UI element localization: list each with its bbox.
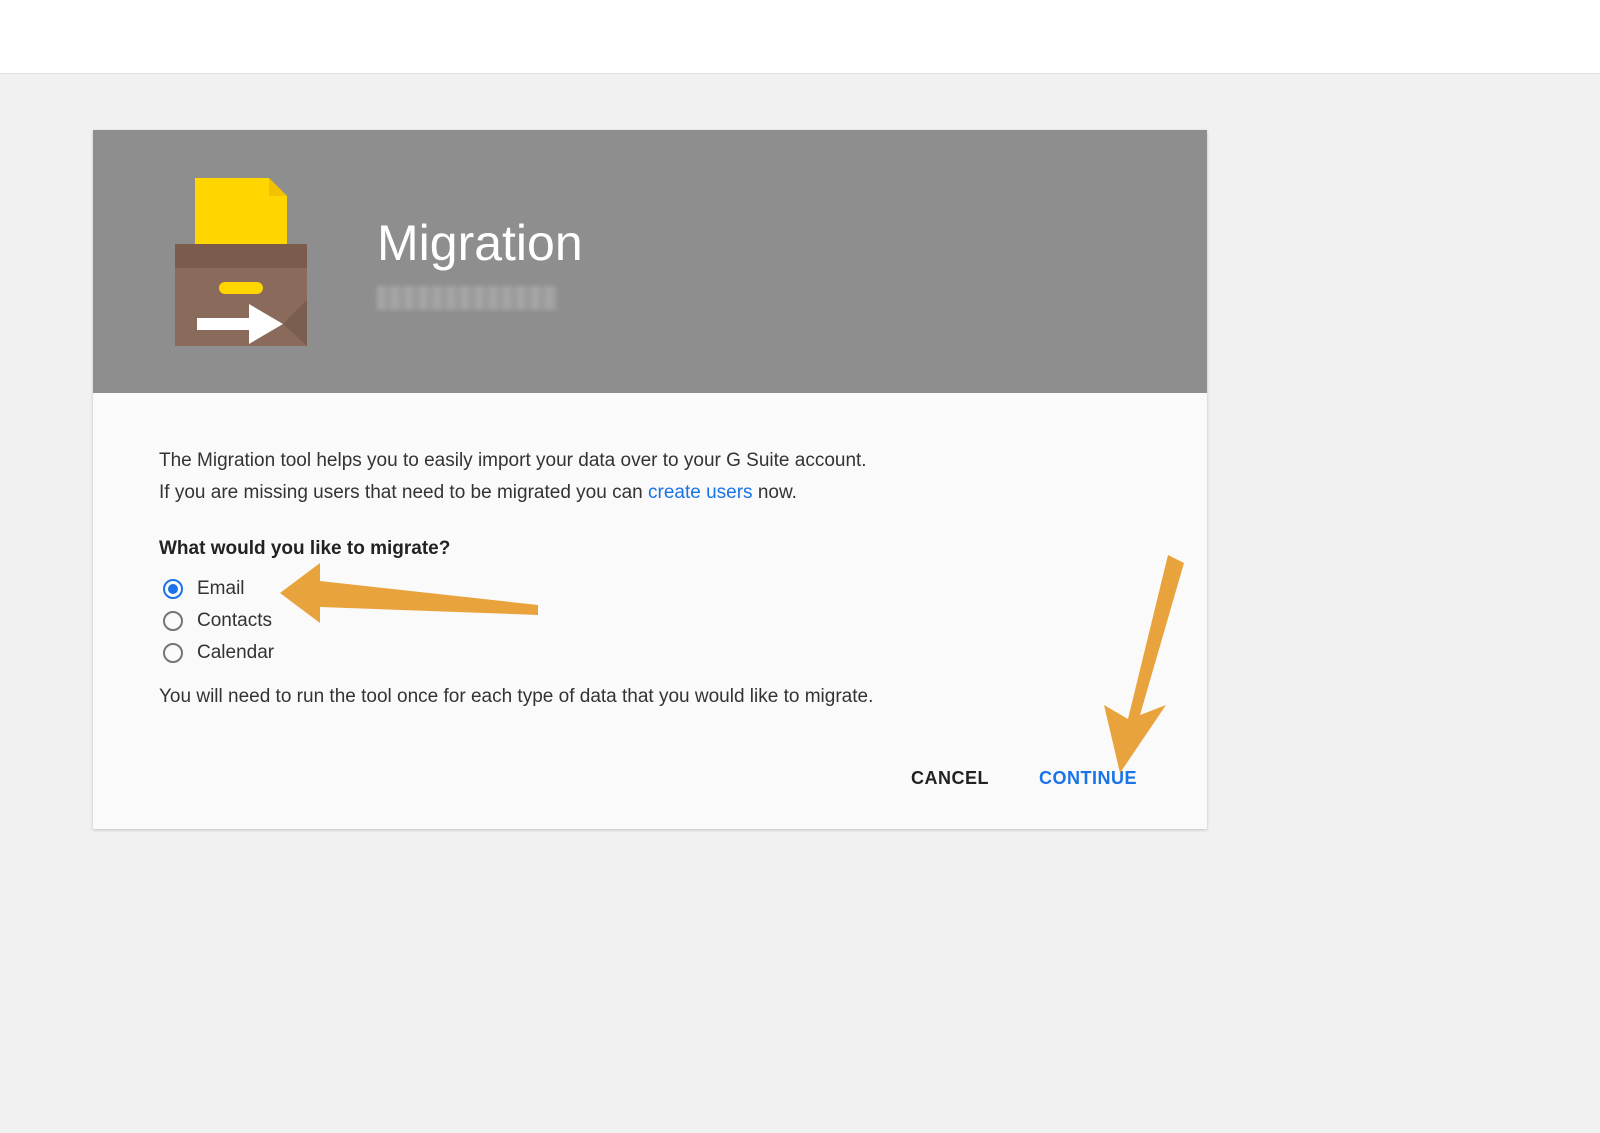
top-bar bbox=[0, 0, 1600, 74]
subtitle-redacted bbox=[377, 286, 557, 310]
radio-icon bbox=[163, 643, 183, 663]
radio-option-email[interactable]: Email bbox=[163, 578, 1141, 600]
cancel-button[interactable]: CANCEL bbox=[911, 768, 989, 789]
migration-card: Migration The Migration tool helps you t… bbox=[93, 130, 1207, 829]
action-buttons: CANCEL CONTINUE bbox=[159, 768, 1141, 789]
intro-text-2: If you are missing users that need to be… bbox=[159, 477, 1141, 509]
radio-label: Contacts bbox=[197, 610, 272, 632]
continue-button[interactable]: CONTINUE bbox=[1039, 768, 1137, 789]
radio-dot-icon bbox=[168, 584, 178, 594]
migration-note: You will need to run the tool once for e… bbox=[159, 686, 1141, 708]
page-title: Migration bbox=[377, 214, 583, 272]
migration-box-icon bbox=[161, 172, 321, 352]
radio-icon bbox=[163, 611, 183, 631]
card-content: The Migration tool helps you to easily i… bbox=[93, 393, 1207, 829]
migration-type-radio-group: Email Contacts Calendar bbox=[163, 578, 1141, 664]
create-users-link[interactable]: create users bbox=[648, 482, 753, 503]
card-header: Migration bbox=[93, 130, 1207, 393]
intro-text-1: The Migration tool helps you to easily i… bbox=[159, 445, 1141, 477]
radio-label: Email bbox=[197, 578, 245, 600]
radio-icon bbox=[163, 579, 183, 599]
intro-text-2-after: now. bbox=[753, 482, 797, 503]
radio-label: Calendar bbox=[197, 642, 274, 664]
radio-option-contacts[interactable]: Contacts bbox=[163, 610, 1141, 632]
migrate-question: What would you like to migrate? bbox=[159, 538, 1141, 560]
intro-text-2-before: If you are missing users that need to be… bbox=[159, 482, 648, 503]
radio-option-calendar[interactable]: Calendar bbox=[163, 642, 1141, 664]
header-title-block: Migration bbox=[377, 214, 583, 310]
